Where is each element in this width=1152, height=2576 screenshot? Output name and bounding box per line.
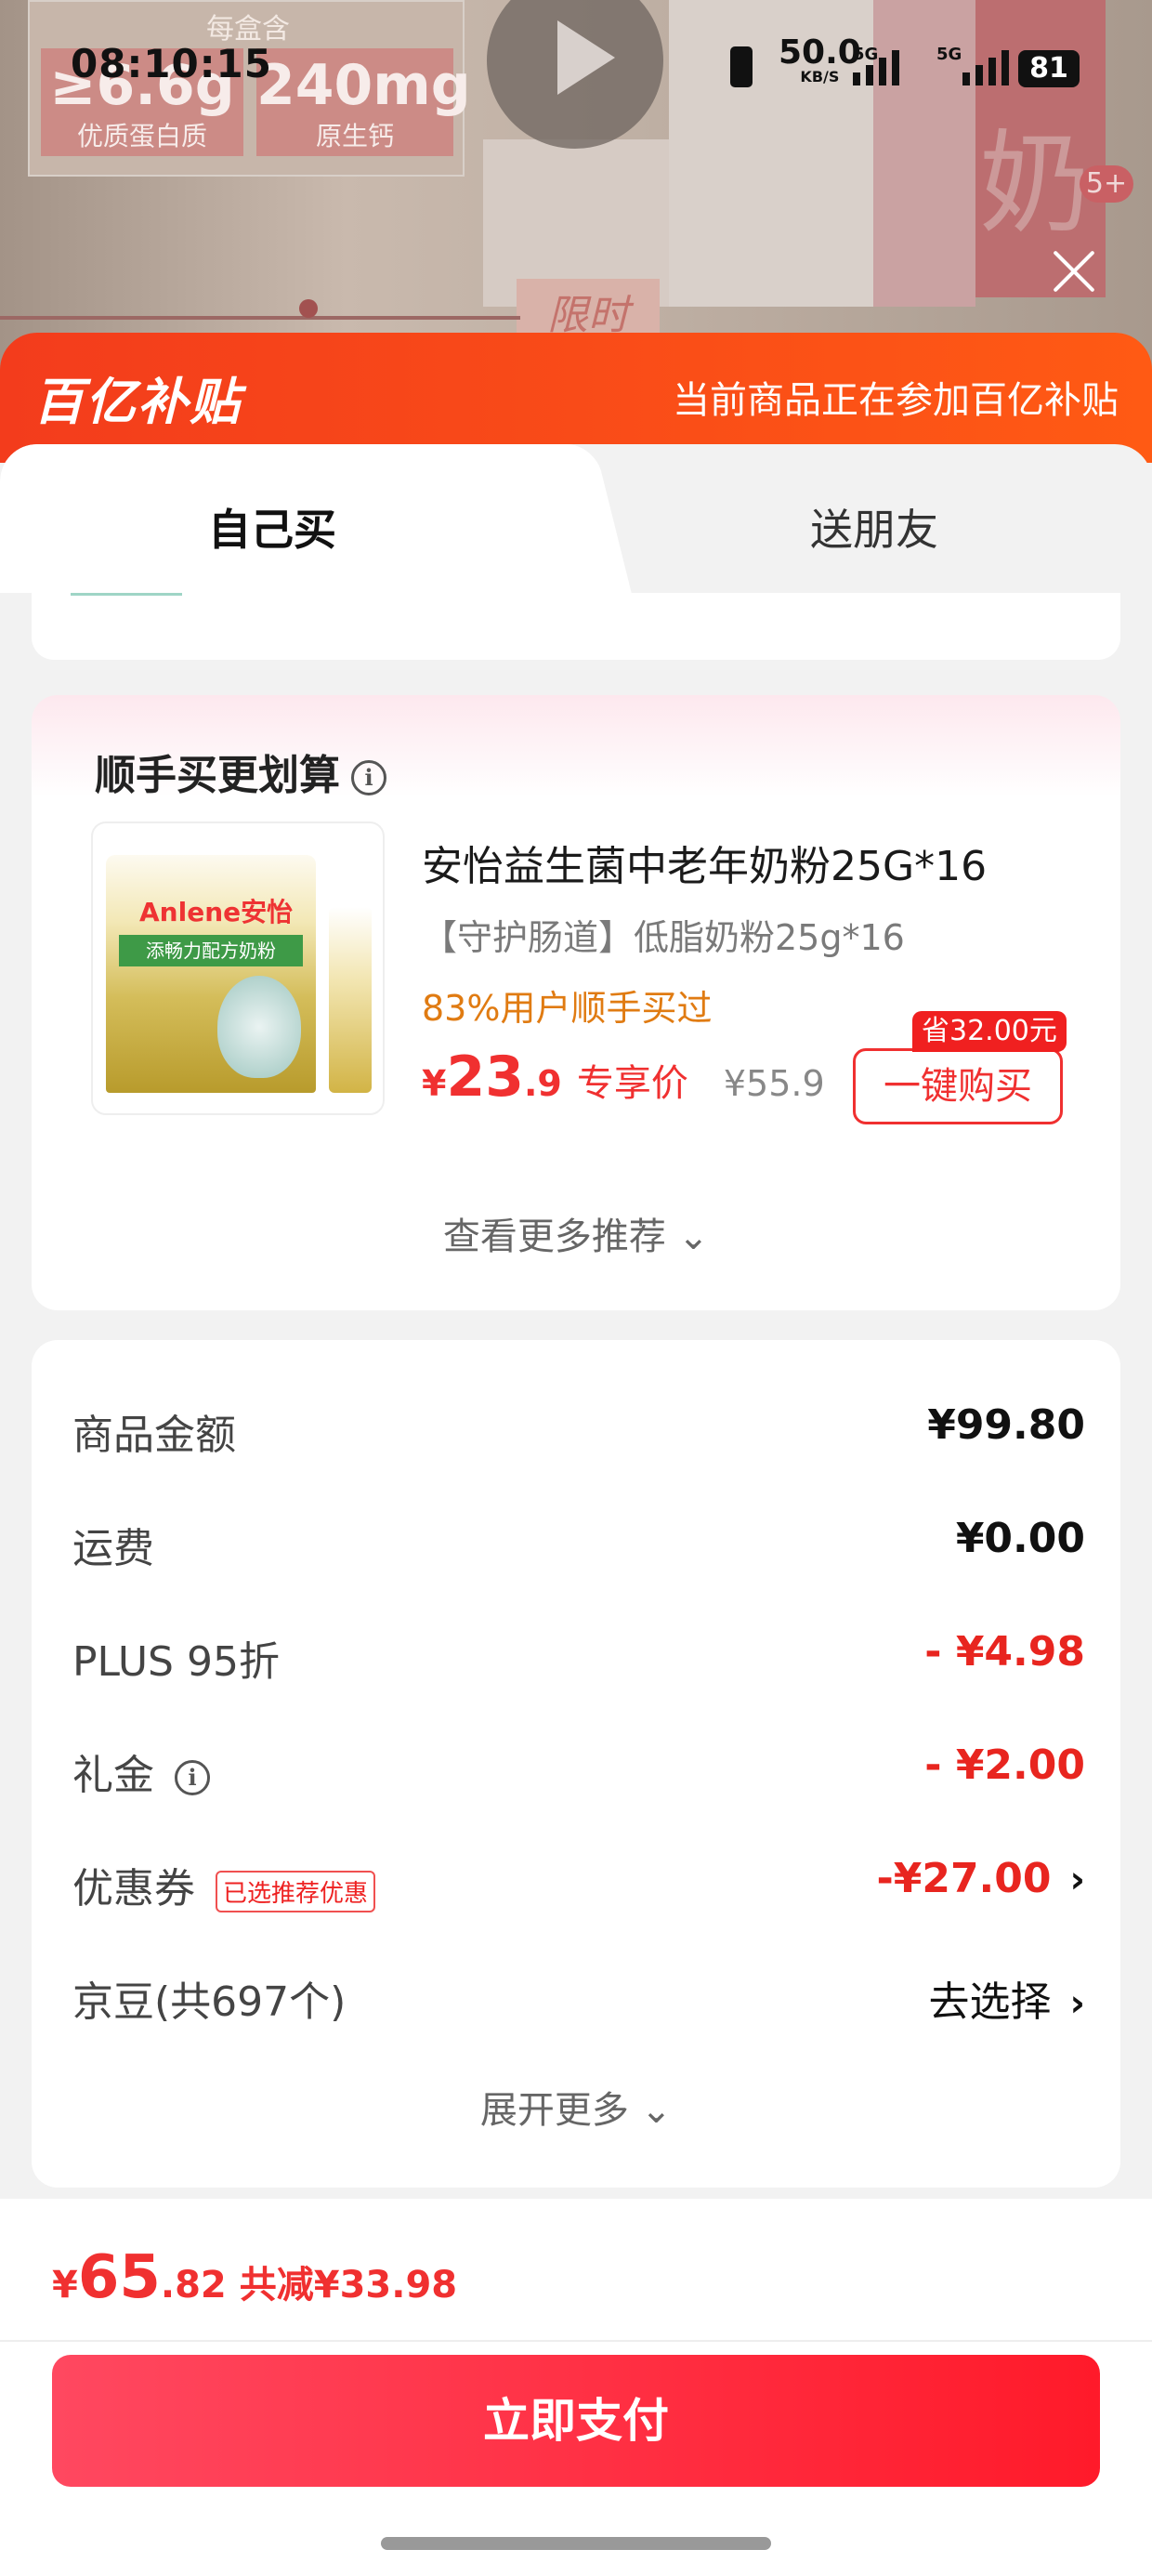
gift-money-value: - ¥2.00	[924, 1741, 1085, 1789]
jd-beans-label: 京豆(共697个)	[72, 1978, 347, 2026]
status-bar: 08:10:15 50.0 KB/S 5G 5G 81	[0, 0, 1152, 130]
product-band: 添畅力配方奶粉	[119, 935, 303, 966]
subsidy-brand: 百亿补贴	[33, 373, 242, 431]
recommend-title: 顺手买更划算 i	[95, 742, 386, 801]
subsidy-header: 百亿补贴 当前商品正在参加百亿补贴	[0, 333, 1152, 463]
plus-discount-label: PLUS 95折	[72, 1638, 280, 1686]
shipping-label: 运费	[72, 1525, 154, 1572]
product-drop-graphic	[217, 976, 301, 1078]
network-speed: 50.0 KB/S	[779, 36, 861, 85]
purchase-tabs: 送朋友 自己买	[0, 444, 1152, 595]
network-speed-value: 50.0	[779, 33, 861, 72]
gift-money-label-text: 礼金	[72, 1752, 154, 1799]
coupon-recommended-tag: 已选推荐优惠	[216, 1870, 376, 1912]
pay-now-button[interactable]: 立即支付	[52, 2355, 1100, 2487]
plus-discount-row: PLUS 95折 - ¥4.98	[72, 1615, 1085, 1689]
total-decimal: .82	[160, 2264, 227, 2307]
milk-powder-bag-image: Anlene安怡 添畅力配方奶粉	[106, 855, 316, 1093]
product-logo: Anlene安怡	[139, 897, 294, 927]
coupon-value: -¥27.00 ›	[876, 1855, 1085, 1902]
coupon-label-text: 优惠券	[72, 1865, 195, 1912]
close-icon[interactable]	[1046, 243, 1102, 299]
battery-icon: 81	[1018, 50, 1080, 87]
addon-recommend-card: 顺手买更划算 i Anlene安怡 添畅力配方奶粉 安怡益生菌中老年奶粉25G*1…	[32, 695, 1120, 1310]
signal-1-icon	[853, 48, 899, 85]
footer-divider	[0, 2340, 1152, 2342]
original-price: ¥55.9	[723, 1063, 825, 1104]
jd-beans-row[interactable]: 京豆(共697个) 去选择 ›	[72, 1955, 1085, 2030]
gift-money-info-icon[interactable]: i	[175, 1760, 210, 1795]
expand-more-link[interactable]: 展开更多 ⌄	[32, 2080, 1120, 2134]
tab-buy-self-label: 自己买	[208, 505, 336, 555]
goods-amount-value: ¥99.80	[927, 1401, 1085, 1449]
coupon-label: 优惠券 已选推荐优惠	[72, 1855, 376, 1914]
home-indicator[interactable]	[381, 2537, 771, 2550]
tab-gift-friend-label: 送朋友	[810, 505, 938, 555]
chevron-right-icon: ›	[1069, 1982, 1085, 2025]
banner-divider	[0, 316, 520, 320]
vibrate-icon	[730, 46, 753, 87]
product-name[interactable]: 安怡益生菌中老年奶粉25G*16	[422, 833, 987, 892]
goods-amount-row: 商品金额 ¥99.80	[72, 1388, 1085, 1463]
signal-2-icon	[962, 48, 1009, 85]
goods-amount-label: 商品金额	[72, 1412, 236, 1459]
chevron-right-icon: ›	[1069, 1859, 1085, 1901]
subsidy-note: 当前商品正在参加百亿补贴	[673, 379, 1119, 422]
previous-card-edge	[32, 593, 1120, 660]
image-count-badge: 5+	[1080, 165, 1133, 203]
total-price: ¥65.82 共减¥33.98	[52, 2243, 457, 2312]
total-symbol: ¥	[52, 2264, 78, 2307]
price-integer: 23	[446, 1045, 524, 1110]
total-reduction: 共减¥33.98	[239, 2264, 458, 2307]
more-recommend-link[interactable]: 查看更多推荐 ⌄	[32, 1206, 1120, 1260]
product-subtitle: 【守护肠道】低脂奶粉25g*16	[422, 917, 905, 958]
price-decimal: .9	[523, 1063, 562, 1104]
status-time: 08:10:15	[71, 41, 272, 86]
one-click-buy-button[interactable]: 一键购买	[853, 1048, 1063, 1124]
tab-buy-self[interactable]: 自己买	[0, 444, 576, 595]
gift-money-row: 礼金 i - ¥2.00	[72, 1728, 1085, 1803]
savings-badge: 省32.00元	[912, 1011, 1067, 1052]
checkout-content: 顺手买更划算 i Anlene安怡 添畅力配方奶粉 安怡益生菌中老年奶粉25G*1…	[0, 593, 1152, 2201]
shipping-row: 运费 ¥0.00	[72, 1502, 1085, 1576]
milk-stick-image	[329, 907, 372, 1093]
tab-gift-friend[interactable]: 送朋友	[576, 444, 1152, 595]
coupon-value-text: -¥27.00	[876, 1855, 1052, 1902]
total-integer: 65	[77, 2243, 161, 2312]
checkout-footer: ¥65.82 共减¥33.98 立即支付	[0, 2199, 1152, 2576]
jd-beans-value: 去选择 ›	[929, 1968, 1085, 2028]
price-summary-card: 商品金额 ¥99.80 运费 ¥0.00 PLUS 95折 - ¥4.98 礼金…	[32, 1340, 1120, 2188]
coupon-row[interactable]: 优惠券 已选推荐优惠 -¥27.00 ›	[72, 1842, 1085, 1916]
recommend-title-text: 顺手买更划算	[95, 752, 340, 799]
banner-pin-dot	[299, 299, 318, 318]
product-thumbnail[interactable]: Anlene安怡 添畅力配方奶粉	[91, 821, 385, 1115]
gift-money-label: 礼金 i	[72, 1741, 210, 1801]
shipping-value: ¥0.00	[955, 1515, 1085, 1562]
product-popularity: 83%用户顺手买过	[422, 988, 713, 1029]
signal-2-label: 5G	[936, 45, 962, 64]
exclusive-price-label: 专享价	[576, 1062, 688, 1105]
price-symbol: ¥	[422, 1063, 447, 1104]
jd-beans-select-text: 去选择	[928, 1978, 1052, 2026]
info-icon[interactable]: i	[351, 760, 386, 795]
plus-discount-value: - ¥4.98	[924, 1628, 1085, 1676]
